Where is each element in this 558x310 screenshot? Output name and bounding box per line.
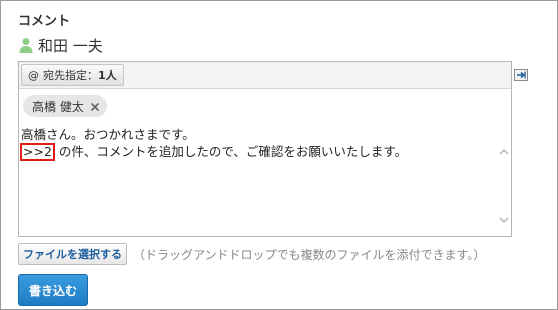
author-name: 和田 一夫	[38, 36, 103, 55]
close-icon[interactable]	[90, 101, 100, 111]
recipient-count: 1人	[98, 69, 117, 82]
comment-author: 和田 一夫	[18, 35, 103, 55]
address-select-button[interactable]: @ 宛先指定： 1人	[21, 64, 124, 86]
user-icon	[18, 37, 34, 53]
comment-editor[interactable]: @ 宛先指定： 1人 高橋 健太 高橋さん。おつかれさまです。 >>2 の件、コ…	[18, 61, 512, 237]
text-line-2: >>2 の件、コメントを追加したので、ご確認をお願いいたします。	[20, 143, 491, 161]
address-label: 宛先指定：	[43, 69, 98, 82]
chevron-down-icon[interactable]	[498, 210, 510, 223]
address-bar: @ 宛先指定： 1人	[19, 62, 511, 89]
comment-textarea[interactable]: 高橋さん。おつかれさまです。 >>2 の件、コメントを追加したので、ご確認をお願…	[20, 127, 491, 161]
attachment-note: （ドラッグアンドドロップでも複数のファイルを添付できます。）	[133, 247, 486, 262]
submit-button[interactable]: 書き込む	[18, 274, 88, 306]
chevron-up-icon[interactable]	[498, 142, 510, 155]
comment-form: コメント 和田 一夫 @ 宛先指定： 1人 高橋 健太 高橋さん。おつかれさまで…	[0, 0, 558, 310]
file-select-button[interactable]: ファイルを選択する	[18, 243, 127, 265]
text-line-2-rest: の件、コメントを追加したので、ご確認をお願いいたします。	[54, 144, 408, 159]
recipient-name: 高橋 健太	[32, 99, 84, 114]
recipient-chip: 高橋 健太	[23, 95, 107, 117]
attachment-row: ファイルを選択する （ドラッグアンドドロップでも複数のファイルを添付できます。）	[18, 243, 485, 265]
section-title: コメント	[18, 14, 71, 29]
expand-arrow-icon[interactable]	[514, 66, 528, 81]
text-line-1: 高橋さん。おつかれさまです。	[21, 127, 195, 142]
quote-reference[interactable]: >>2	[20, 143, 55, 161]
scrollbar[interactable]	[498, 138, 510, 223]
at-symbol: @	[28, 68, 39, 82]
